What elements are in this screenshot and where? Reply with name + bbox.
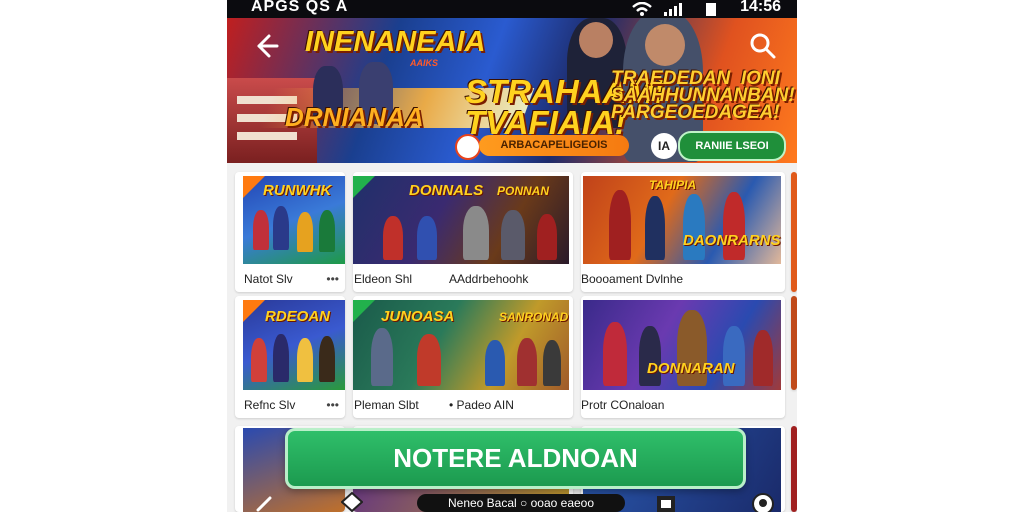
signal-icon bbox=[664, 3, 682, 16]
thumbnail-title: RDEOAN bbox=[265, 308, 331, 325]
profile-icon[interactable] bbox=[751, 492, 775, 512]
bottom-pill[interactable]: Neneo Bacal ○ ooao eaeoo bbox=[417, 494, 625, 512]
game-card[interactable]: DONNARAN Protr COnaloan bbox=[581, 296, 785, 418]
edit-icon[interactable] bbox=[255, 494, 275, 512]
game-card[interactable]: RDEOAN Refnc Slv ••• bbox=[235, 296, 345, 418]
thumbnail-title: DONNALS bbox=[409, 182, 484, 199]
game-card[interactable]: DONNALS PONNAN Eldeon Shl AAddrbehoohk bbox=[353, 172, 573, 292]
install-button[interactable]: NOTERE ALDNOAN bbox=[285, 428, 746, 489]
corner-badge bbox=[243, 176, 265, 198]
status-left-text: APGS QS A bbox=[251, 0, 349, 15]
more-icon[interactable]: ••• bbox=[326, 272, 339, 286]
game-subtitle: AAddrbehoohk bbox=[449, 272, 529, 286]
diamond-icon[interactable] bbox=[341, 492, 363, 512]
game-title: Natot Slv bbox=[244, 272, 293, 286]
thumbnail-title: SANRONAD bbox=[499, 310, 569, 324]
banner-hero-face bbox=[645, 24, 685, 66]
search-icon[interactable] bbox=[749, 32, 777, 60]
status-time: 14:56 bbox=[740, 0, 781, 15]
game-subtitle: • Padeo AIN bbox=[449, 398, 514, 412]
featured-banner[interactable]: INENANEAIA AAIKS DRNIANAA STRAHAAMI TVAF… bbox=[227, 18, 797, 163]
wifi-icon bbox=[632, 2, 652, 16]
game-card[interactable]: JUNOASA SANRONAD Pleman Slbt • Padeo AIN bbox=[353, 296, 573, 418]
game-thumbnail: RDEOAN bbox=[243, 300, 345, 390]
banner-hero-face bbox=[579, 22, 613, 58]
corner-badge bbox=[353, 176, 375, 198]
game-title: Boooament Dvlnhe bbox=[581, 272, 684, 286]
game-card[interactable]: RUNWHK Natot Slv ••• bbox=[235, 172, 345, 292]
corner-badge bbox=[353, 300, 375, 322]
promo-pill[interactable]: ARBACAPELIGEOIS bbox=[479, 135, 629, 156]
banner-cta-button[interactable]: RANIIE LSEOI bbox=[678, 131, 786, 161]
game-thumbnail: DONNALS PONNAN bbox=[353, 176, 569, 264]
thumbnail-title: RUNWHK bbox=[263, 182, 332, 199]
app-screen: APGS QS A 14:56 INENANEAIA AAIKS DRNIANA… bbox=[227, 0, 797, 512]
banner-title: INENANEAIA bbox=[305, 26, 486, 58]
square-icon[interactable] bbox=[655, 494, 677, 512]
back-arrow-icon[interactable] bbox=[251, 32, 279, 60]
status-bar: APGS QS A 14:56 bbox=[227, 0, 797, 18]
game-title: Protr COnaloan bbox=[581, 398, 665, 412]
bottom-bar: Neneo Bacal ○ ooao eaeoo bbox=[227, 492, 797, 512]
game-thumbnail: TAHIPIA DAONRARNS bbox=[583, 176, 781, 264]
game-thumbnail: JUNOASA SANRONAD bbox=[353, 300, 569, 390]
circle-icon-button[interactable]: IA bbox=[651, 133, 677, 159]
promo-logo-icon bbox=[455, 134, 481, 160]
thumbnail-title: PONNAN bbox=[497, 184, 550, 198]
banner-game-title: DRNIANAA bbox=[285, 102, 424, 132]
game-title: Refnc Slv bbox=[244, 398, 296, 412]
banner-tagline: TRAEDEDAN IONI SAAHHUNNANBAN! PARGEOEDAG… bbox=[611, 68, 795, 123]
more-icon[interactable]: ••• bbox=[326, 398, 339, 412]
game-title: Eldeon Shl bbox=[354, 272, 413, 286]
game-thumbnail: RUNWHK bbox=[243, 176, 345, 264]
thumbnail-title: DAONRARNS bbox=[683, 232, 781, 249]
corner-badge bbox=[243, 300, 265, 322]
game-thumbnail: DONNARAN bbox=[583, 300, 781, 390]
game-title: Pleman Slbt bbox=[354, 398, 419, 412]
thumbnail-title: DONNARAN bbox=[647, 360, 735, 377]
thumbnail-title: JUNOASA bbox=[381, 308, 455, 325]
banner-subtitle: AAIKS bbox=[410, 58, 439, 68]
game-card-peek[interactable] bbox=[791, 172, 797, 292]
game-card-peek[interactable] bbox=[791, 296, 797, 390]
thumbnail-title: TAHIPIA bbox=[649, 178, 697, 192]
game-card[interactable]: TAHIPIA DAONRARNS Boooament Dvlnhe bbox=[581, 172, 785, 292]
battery-icon bbox=[706, 3, 716, 16]
